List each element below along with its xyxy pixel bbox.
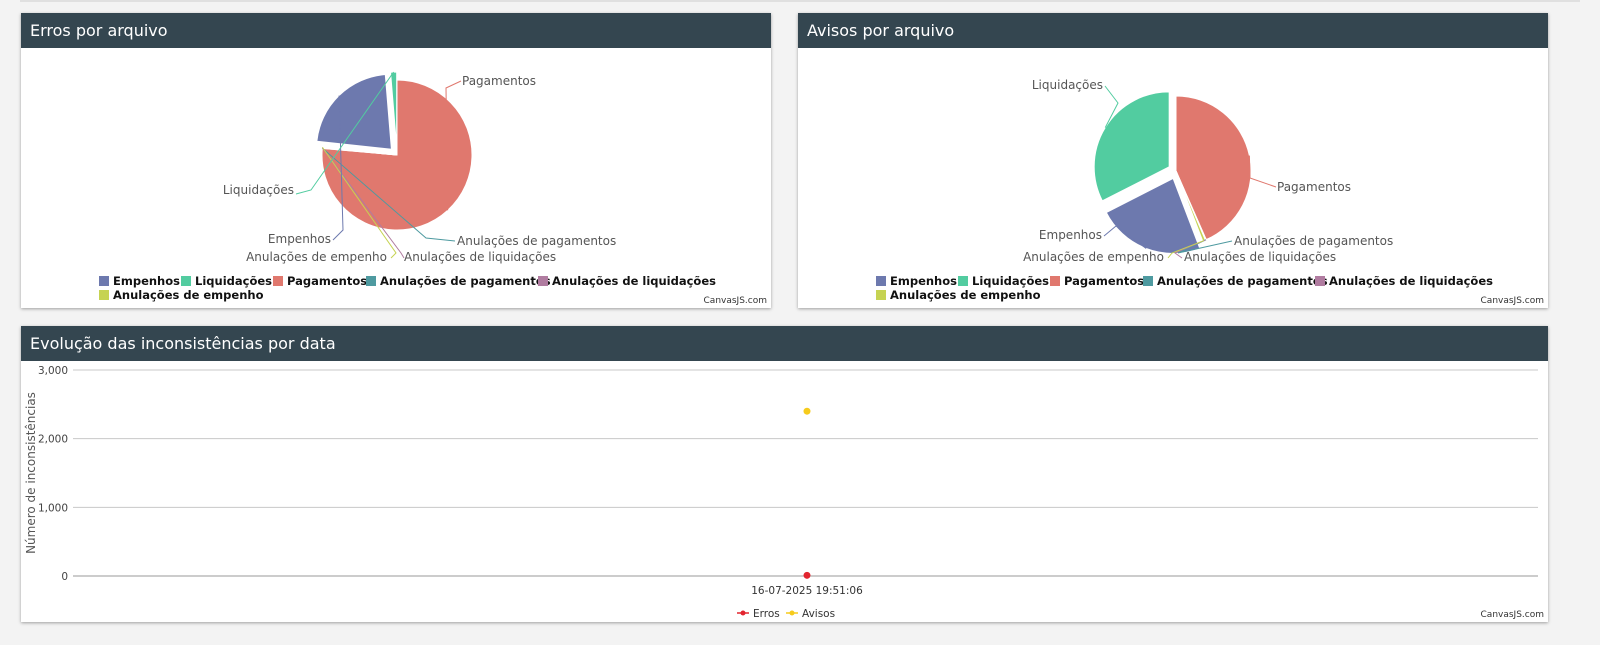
pie-slice-liquidacoes	[1093, 91, 1170, 202]
y-tick-label: 1,000	[38, 502, 68, 514]
legend-swatch-empenhos	[876, 276, 886, 286]
legend-swatch-anulacoes-de-empenho	[99, 290, 109, 300]
legend-item-pagamentos: Pagamentos	[1064, 274, 1144, 288]
pie-label-liquidacoes: Liquidações	[223, 183, 294, 197]
y-tick-label: 0	[61, 571, 68, 583]
pie-slice-empenhos	[316, 73, 392, 150]
errors-panel: Erros por arquivo Pagamentos Anulações de…	[21, 13, 771, 308]
legend-item-liquidacoes: Liquidações	[972, 274, 1049, 288]
legend-item-empenhos: Empenhos	[890, 274, 957, 288]
legend-swatch-empenhos	[99, 276, 109, 286]
legend-item-avisos: Avisos	[802, 608, 835, 620]
pie-label-anulacoes-de-empenho: Anulações de empenho	[1023, 250, 1164, 264]
pie-label-anulacoes-de-liquidacoes: Anulações de liquidações	[1184, 250, 1336, 264]
legend-swatch-anulacoes-de-liquidacoes	[538, 276, 548, 286]
legend-item-erros: Erros	[753, 608, 780, 620]
pie-label-anulacoes-de-pagamentos: Anulações de pagamentos	[1234, 234, 1393, 248]
legend-swatch-pagamentos	[1050, 276, 1060, 286]
legend-marker-avisos	[789, 610, 795, 616]
legend-swatch-anulacoes-de-pagamentos	[366, 276, 376, 286]
canvasjs-credit: CanvasJS.com	[1480, 610, 1544, 620]
pie-label-connector	[1248, 155, 1277, 188]
legend-swatch-pagamentos	[273, 276, 283, 286]
x-tick-label: 16-07-2025 19:51:06	[751, 585, 863, 597]
pie-slice-liquidacoes	[390, 71, 398, 148]
evolution-panel: Evolução das inconsistências por data 0 1…	[21, 326, 1548, 622]
warnings-panel-title: Avisos por arquivo	[798, 13, 1548, 48]
pie-label-pagamentos: Pagamentos	[1277, 180, 1351, 194]
legend-item-pagamentos: Pagamentos	[287, 274, 367, 288]
legend-swatch-liquidacoes	[181, 276, 191, 286]
legend-item-empenhos: Empenhos	[113, 274, 180, 288]
legend-marker-erros	[740, 610, 746, 616]
legend-item-anulacoes-de-liquidacoes: Anulações de liquidações	[552, 274, 716, 288]
legend-swatch-anulacoes-de-empenho	[876, 290, 886, 300]
top-divider	[20, 0, 1580, 2]
legend-swatch-liquidacoes	[958, 276, 968, 286]
legend-item-anulacoes-de-pagamentos: Anulações de pagamentos	[1157, 274, 1328, 288]
y-tick-label: 3,000	[38, 365, 68, 377]
scatter-point-erros	[803, 571, 811, 579]
canvasjs-credit: CanvasJS.com	[703, 296, 767, 306]
pie-label-pagamentos: Pagamentos	[462, 74, 536, 88]
legend-item-anulacoes-de-liquidacoes: Anulações de liquidações	[1329, 274, 1493, 288]
y-axis-title: Número de inconsistências	[24, 392, 38, 554]
legend-item-anulacoes-de-empenho: Anulações de empenho	[890, 288, 1041, 302]
errors-pie-chart: PagamentosAnulações de pagamentosAnulaçõ…	[99, 71, 716, 302]
warnings-pie-chart: PagamentosAnulações de pagamentosAnulaçõ…	[876, 78, 1493, 302]
evolution-panel-title: Evolução das inconsistências por data	[21, 326, 1548, 361]
legend-item-liquidacoes: Liquidações	[195, 274, 272, 288]
pie-label-empenhos: Empenhos	[1039, 228, 1102, 242]
errors-panel-title: Erros por arquivo	[21, 13, 771, 48]
legend-item-anulacoes-de-empenho: Anulações de empenho	[113, 288, 264, 302]
legend-swatch-anulacoes-de-liquidacoes	[1315, 276, 1325, 286]
pie-label-anulacoes-de-liquidacoes: Anulações de liquidações	[404, 250, 556, 264]
canvasjs-credit: CanvasJS.com	[1480, 296, 1544, 306]
scatter-point-avisos	[803, 407, 811, 415]
pie-label-anulacoes-de-pagamentos: Anulações de pagamentos	[457, 234, 616, 248]
warnings-panel: Avisos por arquivo Pagamentos Anulações d…	[798, 13, 1548, 308]
legend-swatch-anulacoes-de-pagamentos	[1143, 276, 1153, 286]
evolution-scatter-chart: 0 1,000 2,000 3,000 16-07-2025 19:51:06 Númer…	[24, 365, 1538, 620]
pie-label-liquidacoes: Liquidações	[1032, 78, 1103, 92]
pie-label-empenhos: Empenhos	[268, 232, 331, 246]
legend-item-anulacoes-de-pagamentos: Anulações de pagamentos	[380, 274, 551, 288]
pie-label-anulacoes-de-empenho: Anulações de empenho	[246, 250, 387, 264]
y-tick-label: 2,000	[38, 434, 68, 446]
